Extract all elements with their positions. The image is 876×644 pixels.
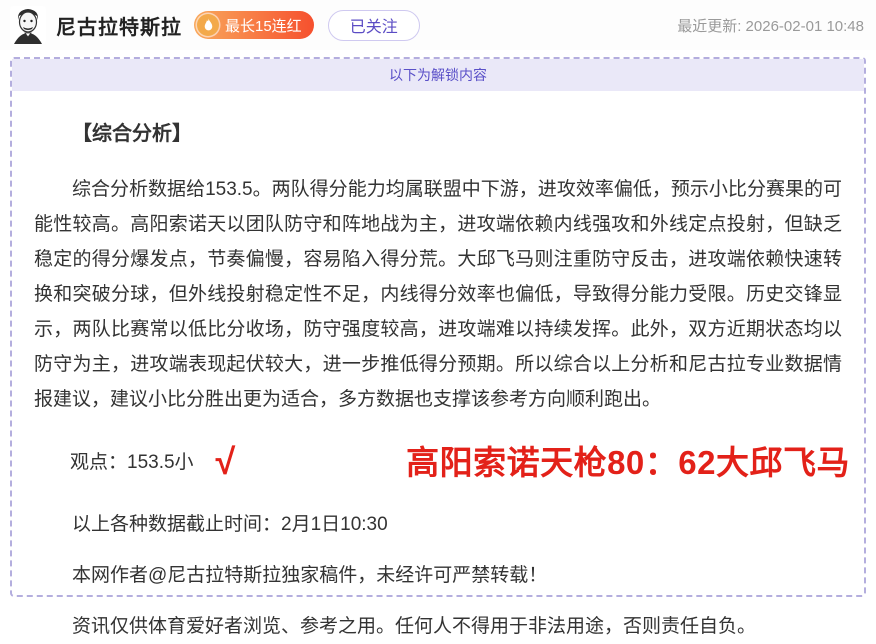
- data-cutoff-line: 以上各种数据截止时间：2月1日10:30: [34, 507, 842, 542]
- last-update-time: 最近更新: 2026-02-01 10:48: [677, 15, 866, 36]
- unlocked-content-box: 以下为解锁内容 【综合分析】 综合分析数据给153.5。两队得分能力均属联盟中下…: [10, 57, 866, 597]
- article-content: 【综合分析】 综合分析数据给153.5。两队得分能力均属联盟中下游，进攻效率偏低…: [12, 91, 864, 644]
- streak-badge: 最长15连红: [194, 11, 314, 39]
- tesla-portrait-icon: [10, 6, 46, 44]
- analysis-paragraph: 综合分析数据给153.5。两队得分能力均属联盟中下游，进攻效率偏低，预示小比分赛…: [34, 172, 842, 417]
- author-name: 尼古拉特斯拉: [56, 11, 182, 40]
- author-header: 尼古拉特斯拉 最长15连红 已关注 最近更新: 2026-02-01 10:48: [0, 0, 876, 50]
- disclaimer-line: 资讯仅供体育爱好者浏览、参考之用。任何人不得用于非法用途，否则责任自负。: [34, 609, 842, 644]
- final-score-highlight: 高阳索诺天枪80：62大邱飞马: [406, 436, 850, 484]
- viewpoint-row: 观点：153.5小 √ 高阳索诺天枪80：62大邱飞马: [34, 439, 842, 481]
- unlock-banner: 以下为解锁内容: [12, 59, 864, 91]
- viewpoint-text: 观点：153.5小: [70, 447, 194, 474]
- streak-badge-label: 最长15连红: [225, 15, 302, 36]
- follow-button[interactable]: 已关注: [328, 10, 420, 41]
- red-checkmark-icon: √: [216, 444, 236, 480]
- section-title: 【综合分析】: [34, 117, 842, 146]
- flame-icon: [197, 14, 219, 36]
- author-avatar[interactable]: [10, 6, 46, 44]
